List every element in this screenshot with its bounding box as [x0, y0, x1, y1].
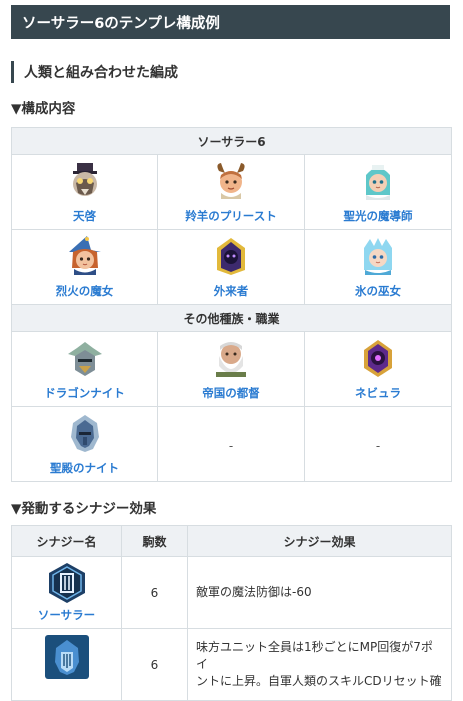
unit-name[interactable]: 帝国の都督 — [202, 386, 260, 400]
dragon-knight-avatar-icon — [67, 341, 102, 376]
imperial-governor-avatar-icon — [216, 341, 246, 377]
synergy-table: シナジー名 駒数 シナジー効果 ソーサラー 6 敵軍の魔法防御は-60 6 味方… — [11, 525, 452, 701]
unit-cell[interactable]: 外来者 — [157, 229, 305, 305]
synergy-count: 6 — [121, 556, 188, 629]
synergy-name-cell[interactable] — [11, 628, 122, 701]
unit-name[interactable]: 聖殿のナイト — [50, 461, 119, 475]
group-title-others: その他種族・職業 — [10, 304, 453, 332]
column-header-synergy-name: シナジー名 — [11, 525, 122, 557]
unit-cell[interactable]: 聖殿のナイト — [11, 406, 158, 482]
ice-maiden-avatar-icon — [364, 237, 393, 275]
synergy-count: 6 — [121, 628, 188, 701]
table-row: ソーサラー 6 敵軍の魔法防御は-60 — [11, 556, 452, 629]
unit-cell[interactable]: ドラゴンナイト — [11, 331, 158, 407]
unit-name[interactable]: 烈火の魔女 — [56, 284, 114, 298]
blaze-witch-avatar-icon — [68, 235, 101, 275]
outsider-avatar-icon — [217, 237, 245, 275]
human-synergy-icon — [44, 635, 89, 679]
unit-cell[interactable]: 天啓 — [11, 154, 158, 230]
synergy-effect-line: 味方ユニット全員は1秒ごとにMP回復が7ポイ — [196, 640, 433, 671]
unit-name[interactable]: 羚羊のプリースト — [185, 209, 276, 223]
sorcerer-synergy-icon — [48, 563, 85, 603]
page-title: ソーサラー6のテンプレ構成例 — [11, 5, 450, 39]
section-subheading: 人類と組み合わせた編成 — [11, 61, 178, 83]
synergy-heading: ▼発動するシナジー効果 — [11, 501, 157, 517]
composition-table: ソーサラー6 天啓 羚羊のプリースト 聖光の魔導師 烈火の魔女 外来者 氷の巫女… — [10, 127, 453, 482]
column-header-effect: シナジー効果 — [187, 525, 452, 557]
empty-dash: - — [228, 438, 234, 453]
unit-cell[interactable]: 聖光の魔導師 — [303, 154, 453, 230]
unit-name[interactable]: 氷の巫女 — [355, 284, 401, 298]
unit-cell[interactable]: 羚羊のプリースト — [157, 154, 305, 230]
holy-light-mage-avatar-icon — [366, 164, 391, 200]
unit-name[interactable]: 聖光の魔導師 — [344, 209, 413, 223]
celestial-avatar-icon — [72, 162, 97, 196]
group-title-sorcerer: ソーサラー6 — [10, 127, 453, 155]
synergy-effect: 敵軍の魔法防御は-60 — [187, 556, 452, 629]
unit-name[interactable]: ドラゴンナイト — [44, 386, 125, 400]
column-header-count: 駒数 — [121, 525, 188, 557]
nebula-avatar-icon — [364, 339, 393, 377]
antelope-priest-avatar-icon — [217, 162, 245, 199]
unit-name[interactable]: 外来者 — [214, 284, 249, 298]
synergy-name[interactable]: ソーサラー — [38, 608, 95, 622]
unit-name[interactable]: ネビュラ — [355, 386, 401, 400]
empty-cell: - — [157, 406, 305, 482]
synergy-effect: 味方ユニット全員は1秒ごとにMP回復が7ポイントに上昇。自軍人類のスキルCDリセ… — [187, 628, 452, 701]
unit-cell[interactable]: 烈火の魔女 — [11, 229, 158, 305]
unit-cell[interactable]: 氷の巫女 — [303, 229, 453, 305]
unit-cell[interactable]: 帝国の都督 — [157, 331, 305, 407]
composition-heading: ▼構成内容 — [11, 101, 76, 117]
unit-name[interactable]: 天啓 — [73, 209, 96, 223]
synergy-name-cell[interactable]: ソーサラー — [11, 556, 122, 629]
unit-cell[interactable]: ネビュラ — [303, 331, 453, 407]
empty-dash: - — [375, 438, 381, 453]
synergy-effect-line: ントに上昇。自軍人類のスキルCDリセット確 — [196, 674, 442, 688]
temple-knight-avatar-icon — [70, 414, 99, 452]
empty-cell: - — [303, 406, 453, 482]
table-row: 6 味方ユニット全員は1秒ごとにMP回復が7ポイントに上昇。自軍人類のスキルCD… — [11, 628, 452, 701]
